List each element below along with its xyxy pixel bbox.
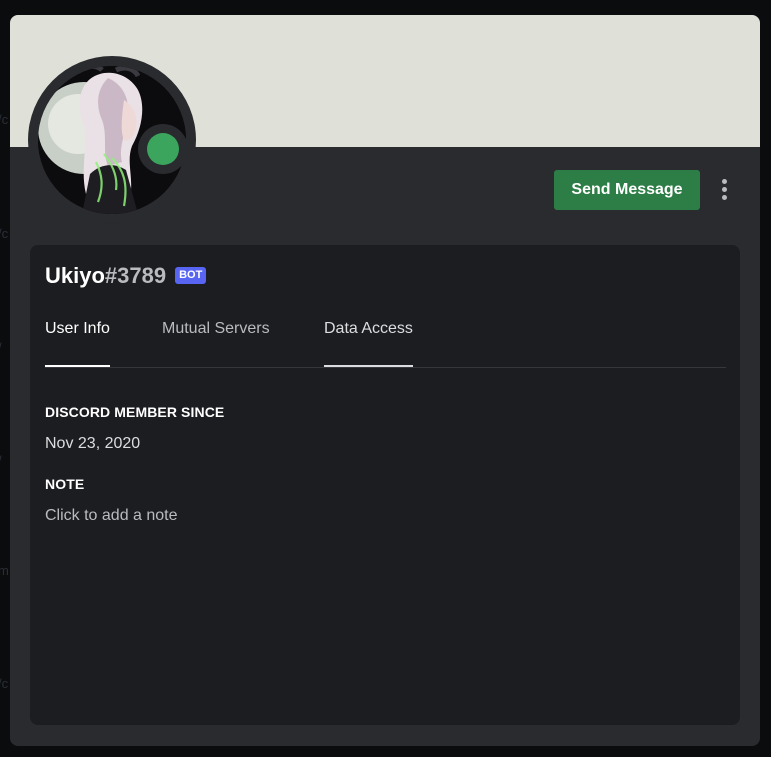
note-input[interactable]: Click to add a note bbox=[45, 507, 178, 525]
bot-badge: BOT bbox=[175, 266, 207, 284]
note-heading: NOTE bbox=[45, 476, 85, 492]
send-message-button[interactable]: Send Message bbox=[554, 170, 700, 210]
discriminator[interactable]: #3789 bbox=[105, 263, 166, 289]
username[interactable]: Ukiyo bbox=[45, 263, 105, 289]
tab-user-info[interactable]: User Info bbox=[45, 318, 110, 367]
name-tag: Ukiyo #3789 BOT bbox=[45, 261, 207, 291]
member-since-heading: DISCORD MEMBER SINCE bbox=[45, 404, 225, 420]
status-indicator bbox=[138, 124, 188, 174]
profile-tab-bar: User Info Mutual Servers Data Access bbox=[45, 318, 726, 368]
vertical-ellipsis-icon[interactable] bbox=[713, 175, 737, 205]
online-status-icon bbox=[147, 133, 179, 165]
profile-body: Ukiyo #3789 BOT User Info Mutual Servers … bbox=[30, 245, 740, 725]
tab-mutual-servers[interactable]: Mutual Servers bbox=[162, 318, 270, 365]
tab-data-access[interactable]: Data Access bbox=[324, 318, 413, 367]
user-profile-modal: Send Message Ukiyo #3789 BOT User Info Mu… bbox=[10, 15, 760, 746]
member-since-date: Nov 23, 2020 bbox=[45, 435, 141, 452]
